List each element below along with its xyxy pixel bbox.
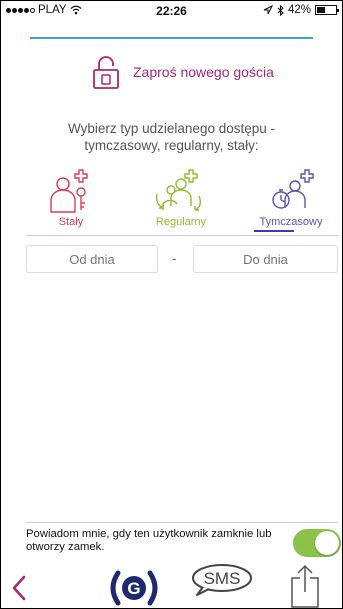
date-range: -: [26, 245, 338, 273]
notify-divider: [26, 522, 338, 523]
sms-label: SMS: [204, 569, 241, 588]
selected-type-indicator: [254, 230, 294, 232]
access-type-regular-label: Regularny: [155, 216, 207, 228]
instructions-line-1: Wybierz typ udzielanego dostępu -: [68, 121, 275, 136]
access-type-temporary-label: Tymczasowy: [259, 216, 323, 228]
people-arrows-add-icon: [155, 169, 202, 211]
bluetooth-icon: [277, 4, 284, 16]
access-type-permanent[interactable]: Stały: [26, 168, 116, 228]
date-from-field[interactable]: [26, 245, 158, 273]
sms-button[interactable]: SMS: [189, 563, 253, 602]
types-divider: [26, 235, 338, 236]
notify-label: Powiadom mnie, gdy ten użytkownik zamkni…: [26, 528, 272, 553]
instructions-line-2: tymczasowy, regularny, stały:: [84, 138, 259, 153]
status-right: 42%: [263, 4, 339, 16]
status-bar: PLAY 22:26 42%: [0, 0, 343, 22]
access-type-permanent-label: Stały: [58, 216, 84, 228]
access-type-instructions: Wybierz typ udzielanego dostępu - tymcza…: [20, 120, 323, 154]
battery-icon: [315, 5, 339, 15]
g-logo-letter: G: [127, 579, 140, 598]
access-type-regular[interactable]: Regularny: [136, 168, 226, 228]
bottom-toolbar: G SMS: [0, 563, 343, 609]
person-key-add-icon: [50, 169, 88, 213]
date-separator: -: [172, 251, 177, 266]
notify-toggle[interactable]: [293, 529, 341, 557]
g-logo-button[interactable]: G: [106, 570, 162, 609]
person-stopwatch-add-icon: [272, 169, 314, 209]
padlock-icon: [93, 56, 119, 89]
date-to-field[interactable]: [193, 245, 338, 273]
chevron-left-icon[interactable]: [12, 575, 26, 601]
access-type-selector: Stały Regularny Tymczasowy: [26, 168, 338, 232]
access-type-temporary[interactable]: Tymczasowy: [246, 168, 336, 228]
share-icon[interactable]: [289, 564, 321, 608]
toggle-knob: [315, 531, 339, 555]
page-title: Zaproś nowego gościa: [133, 64, 274, 80]
screen-frame: [0, 0, 343, 609]
location-arrow-icon: [263, 5, 273, 15]
invite-header: Zaproś nowego gościa: [92, 55, 274, 89]
battery-percent: 42%: [287, 4, 311, 16]
top-divider: [30, 37, 313, 39]
